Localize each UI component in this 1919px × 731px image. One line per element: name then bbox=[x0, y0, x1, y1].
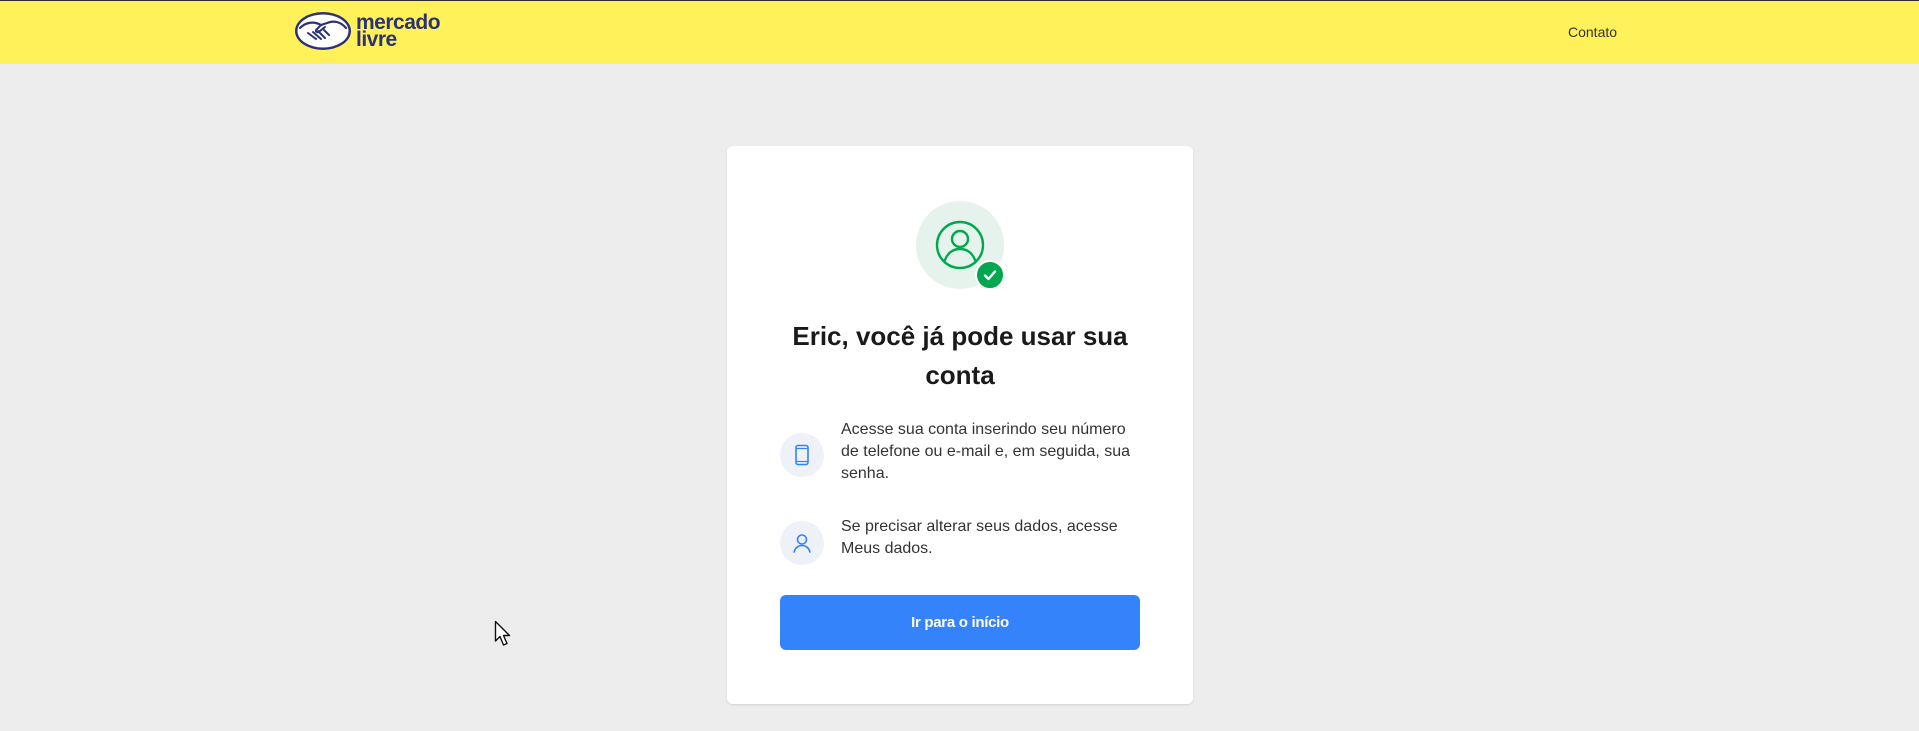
contact-link[interactable]: Contato bbox=[1568, 24, 1617, 40]
mouse-pointer-icon bbox=[494, 620, 511, 646]
checkmark-icon bbox=[983, 270, 997, 281]
logo-wordmark: mercado livre bbox=[356, 12, 441, 51]
confirmation-card: Eric, você já pode usar sua conta Acesse… bbox=[727, 146, 1193, 704]
logo-text-line2: livre bbox=[356, 28, 397, 51]
go-to-home-button[interactable]: Ir para o início bbox=[780, 595, 1140, 650]
verified-badge bbox=[975, 260, 1005, 290]
account-verified-illustration bbox=[916, 201, 1005, 290]
smartphone-icon bbox=[780, 433, 824, 477]
top-header: mercado livre Contato bbox=[0, 0, 1919, 64]
user-profile-icon bbox=[935, 220, 985, 270]
info-text-my-data: Se precisar alterar seus dados, acesse M… bbox=[841, 518, 1118, 557]
mercado-livre-logo[interactable]: mercado livre bbox=[294, 9, 441, 53]
info-text-login: Acesse sua conta inserindo seu número de… bbox=[841, 421, 1131, 482]
page-title: Eric, você já pode usar sua conta bbox=[792, 321, 1128, 390]
handshake-logo-icon bbox=[295, 12, 351, 50]
person-icon bbox=[780, 521, 824, 565]
